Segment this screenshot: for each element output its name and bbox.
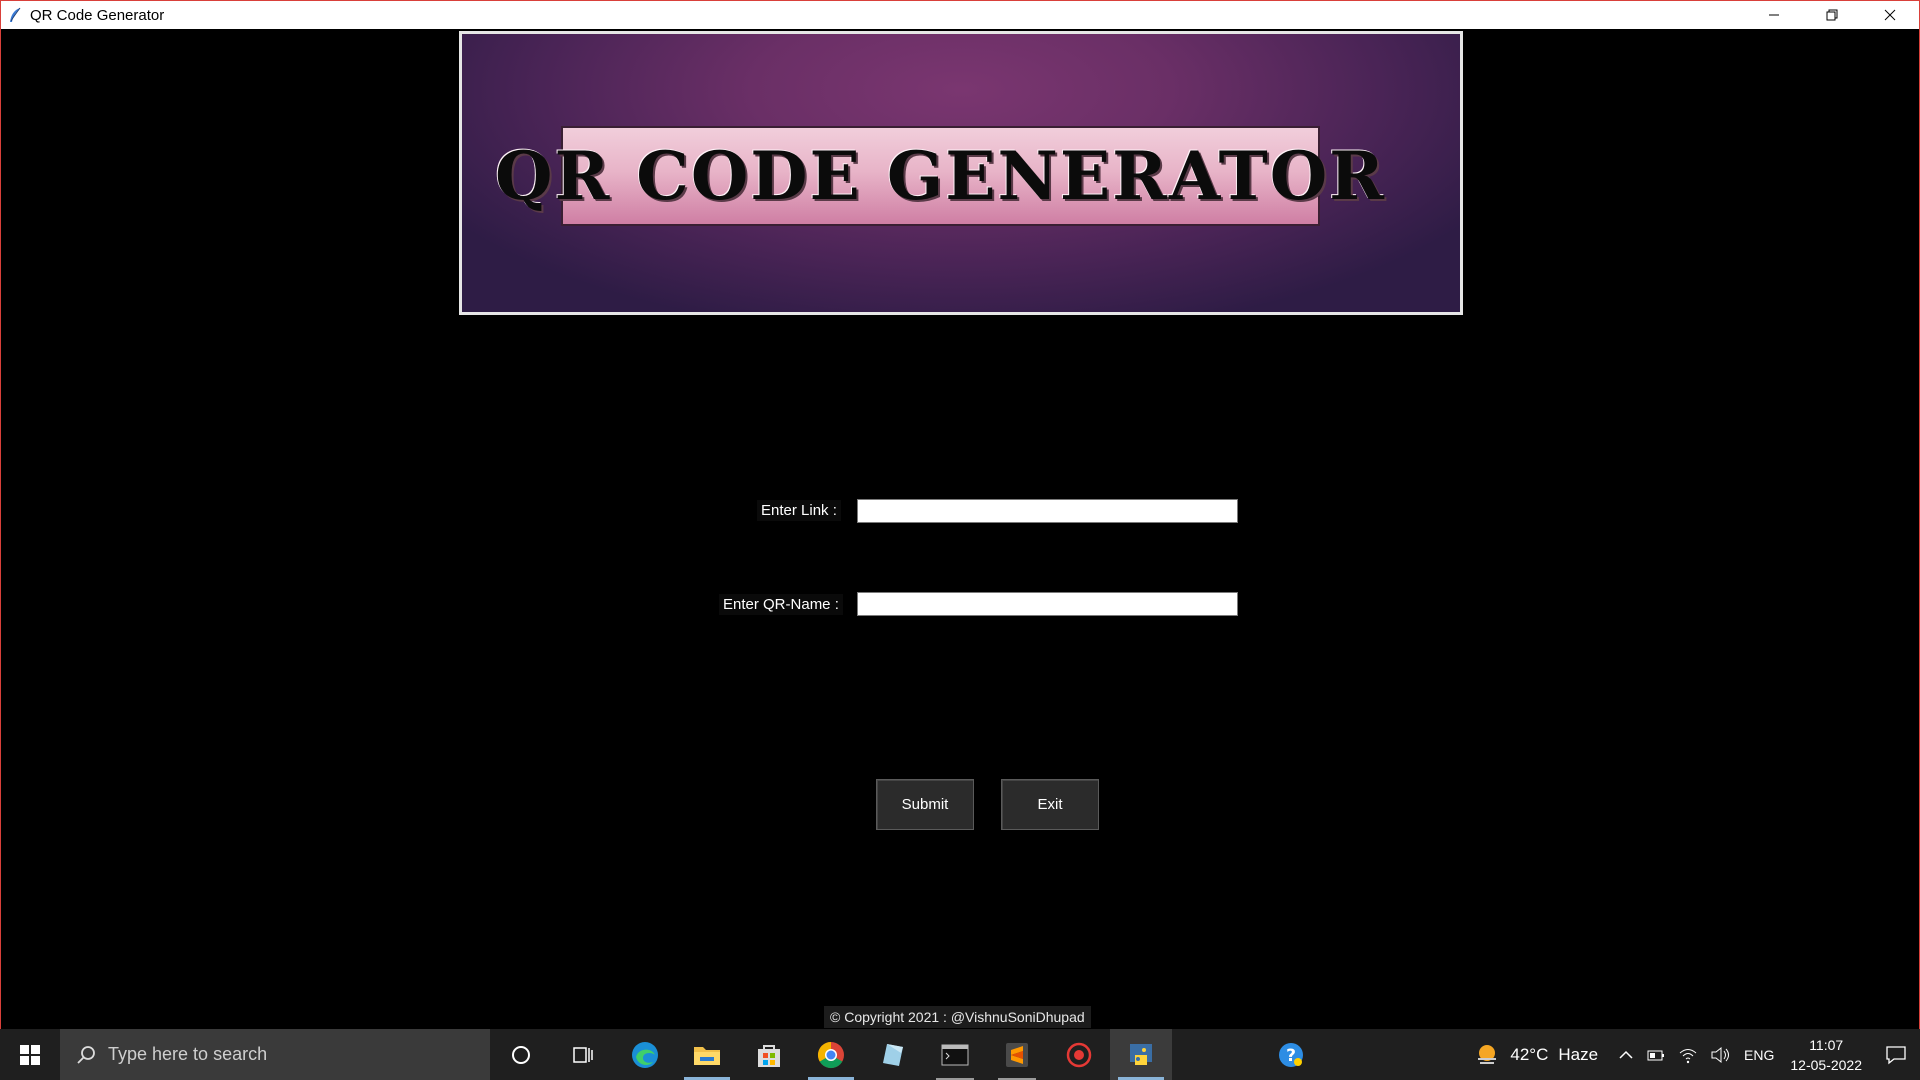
weather-widget[interactable]: 42°C Haze bbox=[1468, 1029, 1604, 1080]
start-button[interactable] bbox=[0, 1029, 60, 1080]
link-input[interactable] bbox=[857, 499, 1238, 523]
wifi-icon bbox=[1679, 1048, 1697, 1063]
copyright-text: © Copyright 2021 : @VishnuSoniDhupad bbox=[824, 1006, 1091, 1028]
help-button[interactable]: ? bbox=[1260, 1029, 1322, 1080]
search-icon bbox=[77, 1045, 95, 1064]
terminal-button[interactable] bbox=[924, 1029, 986, 1080]
terminal-icon bbox=[941, 1044, 969, 1065]
file-explorer-button[interactable] bbox=[676, 1029, 738, 1080]
sublime-button[interactable] bbox=[986, 1029, 1048, 1080]
show-hidden-icons-button[interactable] bbox=[1612, 1029, 1640, 1080]
task-view-button[interactable] bbox=[552, 1029, 614, 1080]
qr-name-label: Enter QR-Name : bbox=[719, 594, 843, 615]
cortana-button[interactable] bbox=[490, 1029, 552, 1080]
search-placeholder: Type here to search bbox=[108, 1044, 268, 1064]
weather-condition: Haze bbox=[1558, 1044, 1599, 1064]
edge-icon bbox=[632, 1041, 658, 1068]
app-window: QR Code Generator QR CODE GENERATOR Ente… bbox=[0, 0, 1920, 1029]
weather-haze-icon bbox=[1478, 1044, 1497, 1064]
minimize-button[interactable] bbox=[1745, 1, 1803, 29]
exit-button[interactable]: Exit bbox=[1001, 779, 1099, 830]
submit-button[interactable]: Submit bbox=[876, 779, 974, 830]
cortana-icon bbox=[512, 1045, 530, 1064]
volume-icon bbox=[1711, 1046, 1730, 1063]
help-icon: ? bbox=[1279, 1042, 1303, 1067]
task-view-icon bbox=[573, 1046, 593, 1063]
notes-icon bbox=[883, 1043, 903, 1066]
notifications-button[interactable] bbox=[1872, 1029, 1920, 1080]
chevron-up-icon bbox=[1619, 1050, 1633, 1059]
language-indicator[interactable]: ENG bbox=[1738, 1029, 1780, 1080]
restore-button[interactable] bbox=[1803, 1, 1861, 29]
file-explorer-icon bbox=[694, 1046, 720, 1065]
clock-time: 11:07 bbox=[1809, 1036, 1844, 1053]
store-icon bbox=[758, 1044, 780, 1067]
clock-date: 12-05-2022 bbox=[1790, 1056, 1862, 1073]
windows-icon bbox=[20, 1044, 40, 1065]
feather-icon bbox=[7, 7, 23, 23]
taskbar: Type here to search ? 42°C Haze ENG 11:0… bbox=[0, 1029, 1920, 1080]
store-button[interactable] bbox=[738, 1029, 800, 1080]
taskbar-search-box[interactable]: Type here to search bbox=[60, 1029, 490, 1080]
volume-button[interactable] bbox=[1704, 1029, 1738, 1080]
banner-heading: QR CODE GENERATOR bbox=[494, 137, 1387, 215]
close-icon bbox=[1884, 9, 1896, 21]
sublime-icon bbox=[1006, 1042, 1028, 1067]
battery-icon bbox=[1647, 1050, 1665, 1060]
notification-icon bbox=[1886, 1045, 1906, 1064]
wifi-button[interactable] bbox=[1672, 1029, 1704, 1080]
python-icon bbox=[1130, 1043, 1152, 1065]
close-button[interactable] bbox=[1861, 1, 1919, 29]
weather-temp: 42°C bbox=[1510, 1044, 1549, 1064]
edge-button[interactable] bbox=[614, 1029, 676, 1080]
chrome-icon bbox=[817, 1041, 844, 1068]
link-label: Enter Link : bbox=[757, 500, 841, 521]
python-button[interactable] bbox=[1110, 1029, 1172, 1080]
clock[interactable]: 11:07 12-05-2022 bbox=[1780, 1035, 1872, 1075]
restore-icon bbox=[1826, 9, 1838, 21]
banner-plate: QR CODE GENERATOR bbox=[495, 126, 1384, 226]
window-title: QR Code Generator bbox=[30, 6, 165, 24]
app-content: QR CODE GENERATOR Enter Link : Enter QR-… bbox=[1, 29, 1919, 1029]
title-bar[interactable]: QR Code Generator bbox=[1, 1, 1919, 29]
battery-button[interactable] bbox=[1640, 1029, 1672, 1080]
recorder-button[interactable] bbox=[1048, 1029, 1110, 1080]
qr-name-input[interactable] bbox=[857, 592, 1238, 616]
system-tray: 42°C Haze ENG 11:07 12-05-2022 bbox=[1468, 1029, 1920, 1080]
notes-button[interactable] bbox=[862, 1029, 924, 1080]
minimize-icon bbox=[1769, 14, 1779, 16]
chrome-button[interactable] bbox=[800, 1029, 862, 1080]
recorder-icon bbox=[1066, 1042, 1092, 1067]
header-banner: QR CODE GENERATOR bbox=[459, 31, 1463, 315]
